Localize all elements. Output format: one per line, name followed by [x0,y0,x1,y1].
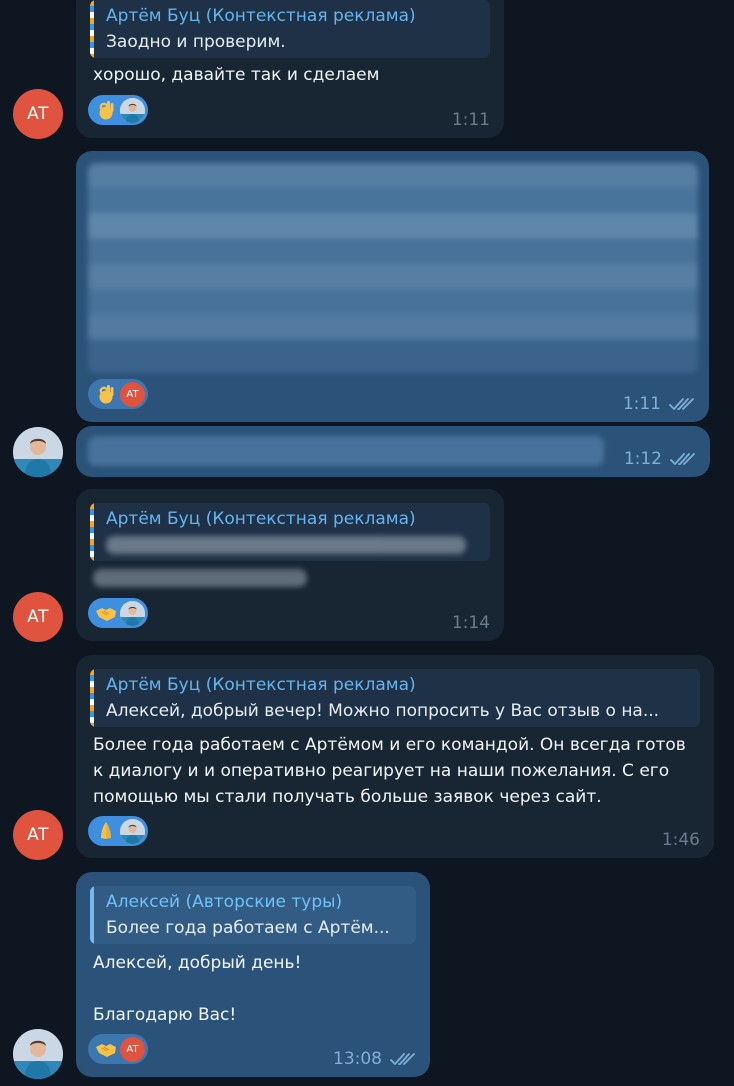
message-time: 1:11 [622,394,661,414]
message-time: 1:14 [451,613,490,633]
message-time: 13:08 [333,1049,382,1069]
reply-author: Артём Буц (Контекстная реклама) [106,675,416,695]
message-bubble-2[interactable]: AT 1:11 [76,151,709,422]
handshake-icon [95,602,117,624]
double-check-icon [669,396,695,412]
reaction-avatar-at: AT [120,1036,145,1062]
message-meta: 13:08 [333,1049,416,1069]
message-bubble-4[interactable]: Артём Буц (Контекстная реклама) 1:14 [76,489,504,641]
avatar-photo[interactable] [13,1029,63,1079]
message-bubble-6[interactable]: Алексей (Авторские туры) Более года рабо… [76,872,430,1077]
reply-author: Алексей (Авторские туры) [106,892,343,912]
reply-quote[interactable]: Артём Буц (Контекстная реклама) Заодно и… [90,0,490,58]
avatar-photo[interactable] [13,427,63,477]
reply-quote[interactable]: Артём Буц (Контекстная реклама) Алексей,… [90,669,700,727]
reaction-pill[interactable] [88,95,148,125]
reply-quote[interactable]: Алексей (Авторские туры) Более года рабо… [90,886,416,944]
folded-hands-icon [95,820,117,842]
message-time: 1:46 [661,830,700,850]
message-bubble-3[interactable]: 1:12 [76,426,710,477]
message-meta: 1:46 [662,830,700,850]
reply-quote[interactable]: Артём Буц (Контекстная реклама) [90,503,490,561]
blurred-content [88,163,698,373]
message-bubble-5[interactable]: Артём Буц (Контекстная реклама) Алексей,… [76,655,714,858]
ok-hand-icon [95,99,117,121]
handshake-icon [95,1038,117,1060]
reaction-pill[interactable] [88,816,148,846]
avatar-at[interactable]: AT [13,810,63,860]
message-meta: 1:11 [452,110,490,130]
reply-text: Алексей, добрый вечер! Можно попросить у… [106,701,660,721]
message-meta: 1:12 [624,449,696,469]
reply-author: Артём Буц (Контекстная реклама) [106,509,416,529]
reaction-avatar-photo [120,600,145,626]
reaction-avatar-photo [120,818,145,844]
message-line: Алексей, добрый день! [93,953,302,973]
message-time: 1:11 [451,110,490,130]
message-line [93,976,414,1002]
avatar-at[interactable]: AT [13,89,63,139]
message-text: хорошо, давайте так и сделаем [93,65,380,85]
blurred-reply-text [106,536,466,554]
message-meta: 1:11 [623,394,695,414]
double-check-icon [670,451,696,467]
reply-text: Более года работаем с Артём... [106,918,390,938]
avatar-at[interactable]: AT [13,592,63,642]
ok-hand-icon [95,383,117,405]
message-time: 1:12 [623,449,662,469]
reaction-avatar-at: AT [120,381,145,407]
reply-author: Артём Буц (Контекстная реклама) [106,6,416,26]
message-text: Более года работаем с Артёмом и его кома… [93,735,686,807]
reply-text: Заодно и проверим. [106,32,286,52]
message-text: Алексей, добрый день! Благодарю Вас! [93,950,414,1028]
reply-stripe [90,669,94,727]
message-line: Благодарю Вас! [93,1005,237,1025]
reaction-avatar-photo [120,97,145,123]
reaction-pill[interactable]: AT [88,379,148,409]
reply-stripe [90,503,94,561]
reaction-pill[interactable]: AT [88,1034,148,1064]
message-meta: 1:14 [452,613,490,633]
reaction-pill[interactable] [88,598,148,628]
double-check-icon [390,1051,416,1067]
reply-stripe [90,0,94,58]
message-bubble-1[interactable]: Артём Буц (Контекстная реклама) Заодно и… [76,0,504,138]
blurred-content [88,436,604,466]
blurred-message-text [93,569,307,587]
reply-stripe [90,886,94,944]
